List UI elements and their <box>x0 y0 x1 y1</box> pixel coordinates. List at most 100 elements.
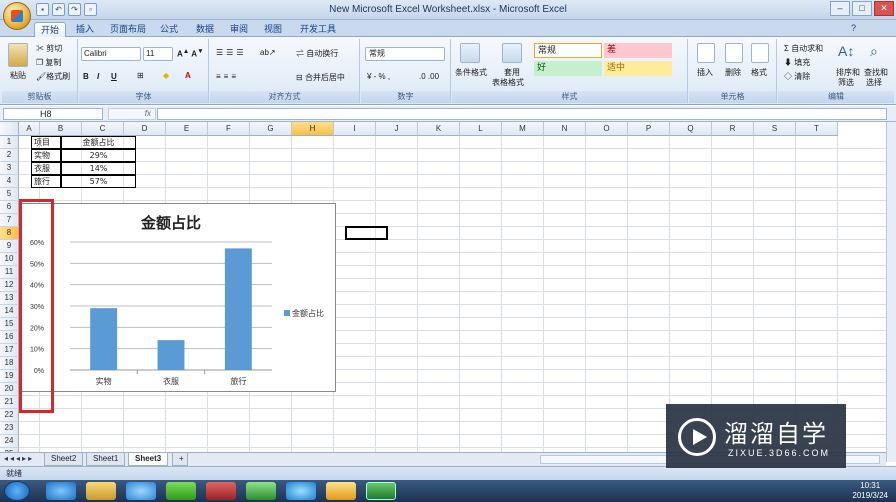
italic-button[interactable]: I <box>97 72 99 81</box>
wrap-text-button[interactable]: ⇌ 自动换行 <box>296 48 338 59</box>
conditional-format-button[interactable]: 条件格式 <box>455 67 487 78</box>
tab-home[interactable]: 开始 <box>34 22 67 37</box>
column-header-T[interactable]: T <box>796 122 838 136</box>
cut-button[interactable]: ✂ 剪切 <box>36 43 62 54</box>
format-cells-button[interactable]: 格式 <box>751 67 767 78</box>
font-name-select[interactable]: Calibri <box>81 47 141 61</box>
row-header-8[interactable]: 8 <box>0 227 19 240</box>
row-header-23[interactable]: 23 <box>0 422 19 435</box>
insert-cells-button[interactable]: 插入 <box>697 67 713 78</box>
row-header-4[interactable]: 4 <box>0 175 19 188</box>
row-header-7[interactable]: 7 <box>0 214 19 227</box>
column-header-L[interactable]: L <box>460 122 502 136</box>
row-header-15[interactable]: 15 <box>0 318 19 331</box>
copy-button[interactable]: ❐ 复制 <box>36 57 61 68</box>
table-header-cell[interactable]: 金额占比 <box>61 136 136 149</box>
decimal-icons[interactable]: .0 .00 <box>419 72 439 81</box>
paste-button[interactable]: 粘贴 <box>10 70 26 81</box>
column-header-P[interactable]: P <box>628 122 670 136</box>
tab-developer[interactable]: 开发工具 <box>294 22 342 37</box>
insert-sheet-icon[interactable]: + <box>172 453 188 466</box>
style-normal[interactable]: 常规 <box>534 43 602 58</box>
tab-page-layout[interactable]: 页面布局 <box>104 22 152 37</box>
table-cell[interactable]: 衣服 <box>31 162 61 175</box>
formula-input[interactable] <box>157 108 887 120</box>
ie-icon[interactable] <box>46 482 76 500</box>
row-header-22[interactable]: 22 <box>0 409 19 422</box>
close-button[interactable]: ✕ <box>874 1 894 16</box>
insert-cells-icon[interactable] <box>697 43 715 63</box>
row-header-24[interactable]: 24 <box>0 435 19 448</box>
sheet-tab-sheet2[interactable]: Sheet2 <box>44 453 84 466</box>
tab-formulas[interactable]: 公式 <box>154 22 184 37</box>
column-header-H[interactable]: H <box>292 122 334 136</box>
merge-center-button[interactable]: ⊟ 合并后居中 <box>296 72 345 83</box>
paste-icon[interactable] <box>8 43 28 67</box>
browser-icon[interactable] <box>286 482 316 500</box>
column-chart[interactable]: 金额占比 0% 10% 20% 30% 40% 50% 60% 实物 衣服 旅行 金额占比 <box>19 203 336 392</box>
tab-data[interactable]: 数据 <box>190 22 220 37</box>
box-icon[interactable] <box>326 482 356 500</box>
row-header-6[interactable]: 6 <box>0 201 19 214</box>
table-header-cell[interactable]: 项目 <box>31 136 61 149</box>
underline-button[interactable]: U <box>111 72 117 81</box>
column-header-J[interactable]: J <box>376 122 418 136</box>
number-format-select[interactable]: 常规 <box>365 47 445 61</box>
column-header-B[interactable]: B <box>40 122 82 136</box>
currency-icon[interactable]: ¥ - % , <box>367 72 390 81</box>
sheet-nav-arrows[interactable]: ◂◂◂▸▸ <box>4 454 34 463</box>
vertical-align-icons[interactable]: ☰☰☰ <box>216 48 247 57</box>
row-header-19[interactable]: 19 <box>0 370 19 383</box>
table-cell[interactable]: 14% <box>61 162 136 175</box>
row-header-12[interactable]: 12 <box>0 279 19 292</box>
sort-filter-icon[interactable]: A↕ <box>838 43 854 59</box>
fill-color-icon[interactable]: ◆ <box>163 71 169 80</box>
column-header-N[interactable]: N <box>544 122 586 136</box>
column-header-K[interactable]: K <box>418 122 460 136</box>
column-header-F[interactable]: F <box>208 122 250 136</box>
clear-button[interactable]: ◇ 清除 <box>784 71 810 82</box>
app-icon[interactable] <box>126 482 156 500</box>
row-header-2[interactable]: 2 <box>0 149 19 162</box>
column-header-S[interactable]: S <box>754 122 796 136</box>
row-header-20[interactable]: 20 <box>0 383 19 396</box>
horizontal-align-icons[interactable]: ≡≡≡ <box>216 72 239 81</box>
row-header-14[interactable]: 14 <box>0 305 19 318</box>
row-header-16[interactable]: 16 <box>0 331 19 344</box>
table-format-icon[interactable] <box>502 43 522 63</box>
maximize-button[interactable]: □ <box>852 1 872 16</box>
vertical-scrollbar[interactable] <box>886 122 896 462</box>
tab-review[interactable]: 审阅 <box>224 22 254 37</box>
table-cell[interactable]: 29% <box>61 149 136 162</box>
row-header-11[interactable]: 11 <box>0 266 19 279</box>
fx-button[interactable]: fx <box>108 108 156 120</box>
select-all-corner[interactable] <box>0 122 19 136</box>
orientation-icon[interactable]: ab↗ <box>260 48 276 57</box>
column-header-C[interactable]: C <box>82 122 124 136</box>
font-color-icon[interactable]: A <box>185 71 191 80</box>
column-header-Q[interactable]: Q <box>670 122 712 136</box>
table-cell[interactable]: 实物 <box>31 149 61 162</box>
player-icon[interactable] <box>246 482 276 500</box>
office-button[interactable] <box>3 2 31 30</box>
sheet-tab-sheet1[interactable]: Sheet1 <box>86 453 126 466</box>
folder-icon[interactable] <box>86 482 116 500</box>
autosum-button[interactable]: Σ 自动求和 <box>784 43 823 54</box>
row-header-18[interactable]: 18 <box>0 357 19 370</box>
row-header-21[interactable]: 21 <box>0 396 19 409</box>
row-header-13[interactable]: 13 <box>0 292 19 305</box>
excel-icon[interactable] <box>366 482 396 500</box>
find-select-icon[interactable]: ⌕ <box>870 43 878 60</box>
worksheet-grid[interactable]: A B C D E F G H I J K L M N O P Q R S T 1 2 3 4 5 6 7 8 9 10 11 12 13 14 1… <box>0 122 886 452</box>
row-header-9[interactable]: 9 <box>0 240 19 253</box>
style-good[interactable]: 好 <box>534 61 602 76</box>
table-cell[interactable]: 旅行 <box>31 175 61 188</box>
minimize-button[interactable]: – <box>830 1 850 16</box>
delete-cells-button[interactable]: 删除 <box>725 67 741 78</box>
help-icon[interactable]: ? <box>851 23 856 33</box>
column-header-M[interactable]: M <box>502 122 544 136</box>
style-bad[interactable]: 差 <box>604 43 672 58</box>
sheet-tab-sheet3[interactable]: Sheet3 <box>128 453 169 466</box>
row-header-10[interactable]: 10 <box>0 253 19 266</box>
column-header-A[interactable]: A <box>19 122 40 136</box>
